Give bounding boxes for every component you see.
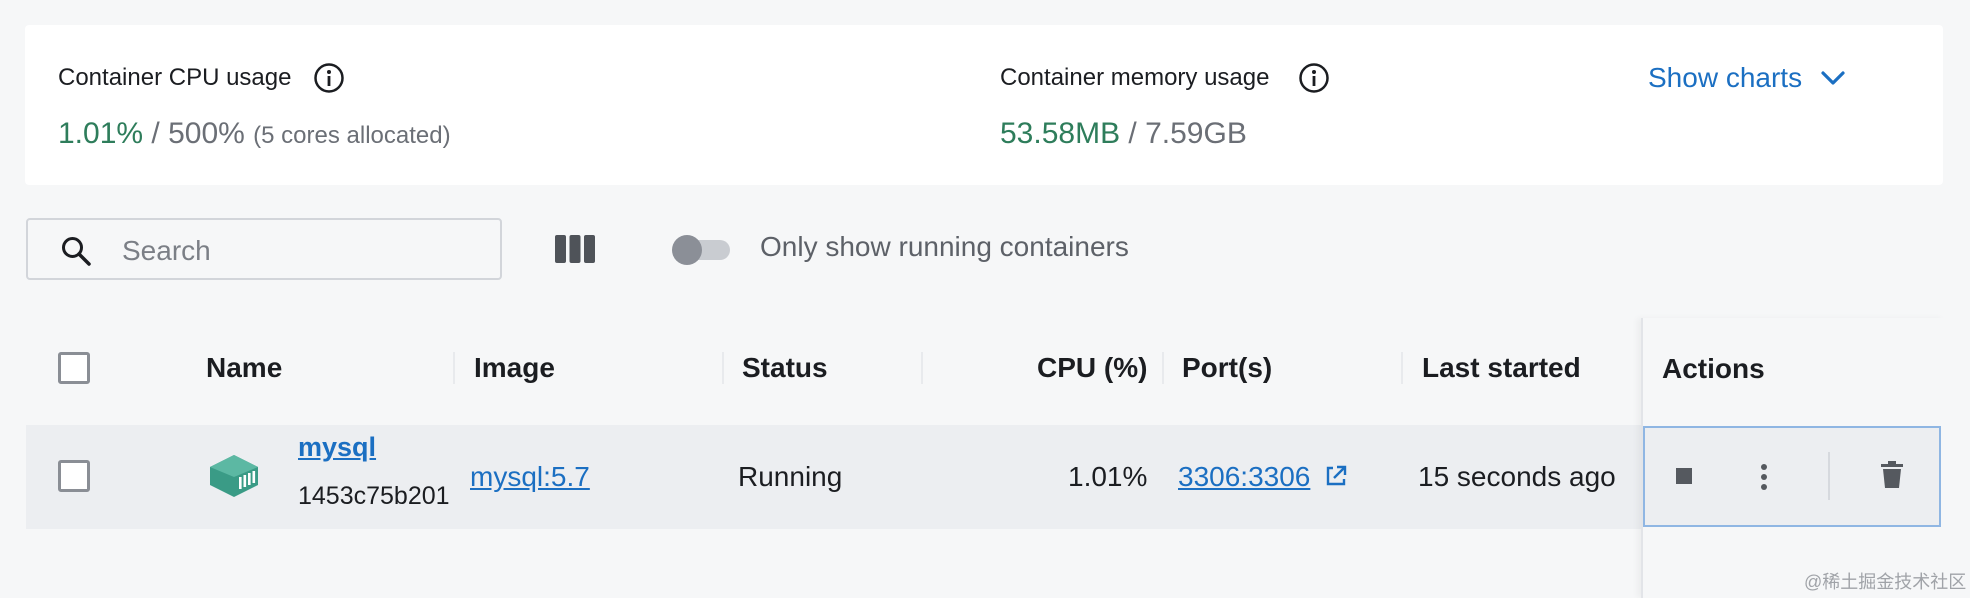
- toggle-knob: [672, 235, 702, 265]
- chevron-down-icon: [1821, 71, 1845, 85]
- container-icon: [208, 453, 260, 504]
- memory-total: 7.59GB: [1145, 117, 1247, 150]
- row-checkbox[interactable]: [58, 460, 90, 492]
- select-all-checkbox[interactable]: [58, 352, 90, 384]
- column-separator[interactable]: [1401, 352, 1403, 384]
- cpu-current: 1.01%: [58, 117, 144, 150]
- column-header-ports[interactable]: Port(s): [1182, 352, 1272, 384]
- more-actions-button[interactable]: [1752, 461, 1776, 498]
- delete-button[interactable]: [1879, 460, 1905, 495]
- container-name-link[interactable]: mysql: [298, 432, 376, 463]
- column-separator[interactable]: [921, 352, 923, 384]
- columns-icon: [555, 235, 595, 263]
- status-text: Running: [738, 461, 843, 492]
- container-id: 1453c75b201: [298, 482, 450, 510]
- trash-icon: [1881, 461, 1903, 488]
- running-only-toggle[interactable]: [672, 235, 732, 265]
- action-divider: [1828, 452, 1830, 500]
- show-charts-label: Show charts: [1648, 62, 1803, 93]
- stop-button[interactable]: [1672, 464, 1696, 493]
- running-only-label: Only show running containers: [760, 231, 1129, 262]
- more-vert-icon: [1761, 464, 1767, 490]
- column-separator[interactable]: [453, 352, 455, 384]
- column-header-last-started[interactable]: Last started: [1422, 352, 1581, 384]
- column-header-status[interactable]: Status: [742, 352, 828, 384]
- cpu-usage-label: Container CPU usage: [58, 64, 292, 91]
- column-separator[interactable]: [722, 352, 724, 384]
- column-header-cpu[interactable]: CPU (%): [1037, 352, 1147, 384]
- stats-card: [25, 25, 1943, 185]
- show-charts-button[interactable]: Show charts: [1648, 62, 1846, 94]
- cpu-cores-note: (5 cores allocated): [253, 122, 451, 149]
- column-header-image[interactable]: Image: [474, 352, 555, 384]
- memory-separator: /: [1120, 117, 1146, 150]
- cpu-info-icon[interactable]: [313, 62, 345, 94]
- image-link[interactable]: mysql:5.7: [470, 461, 590, 493]
- column-separator[interactable]: [1162, 352, 1164, 384]
- search-box: [26, 218, 502, 280]
- port-link-group[interactable]: 3306:3306: [1178, 461, 1348, 493]
- memory-current: 53.58MB: [1000, 117, 1121, 150]
- search-input[interactable]: [120, 230, 484, 272]
- search-icon: [62, 237, 91, 266]
- memory-info-icon[interactable]: [1298, 62, 1330, 94]
- columns-button[interactable]: [554, 232, 596, 271]
- memory-usage-label: Container memory usage: [1000, 64, 1270, 91]
- cpu-total: 500%: [168, 117, 245, 150]
- last-started-value: 15 seconds ago: [1418, 461, 1616, 492]
- cpu-separator: /: [143, 117, 169, 150]
- external-link-icon[interactable]: [1324, 464, 1348, 488]
- column-header-name[interactable]: Name: [206, 352, 282, 384]
- cpu-usage-value: 1.01% / 500% (5 cores allocated): [58, 117, 451, 151]
- memory-usage-value: 53.58MB / 7.59GB: [1000, 117, 1247, 151]
- watermark: @稀土掘金技术社区: [1804, 572, 1967, 592]
- column-header-actions: Actions: [1662, 353, 1765, 384]
- cpu-value: 1.01%: [1068, 461, 1148, 492]
- stop-icon: [1676, 468, 1692, 484]
- port-link[interactable]: 3306:3306: [1178, 461, 1310, 492]
